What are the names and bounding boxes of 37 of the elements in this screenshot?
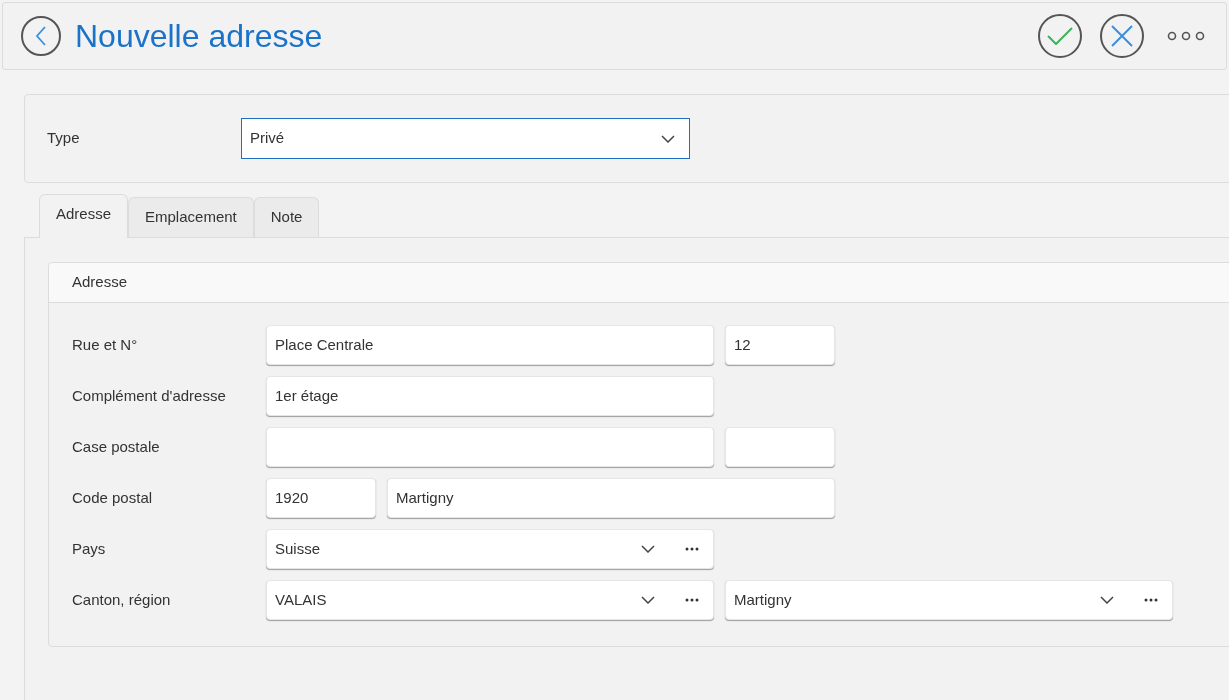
- field-label: Case postale: [72, 436, 161, 457]
- more-icon: [1144, 598, 1158, 602]
- back-button[interactable]: [21, 16, 61, 56]
- chevron-left-icon: [35, 26, 47, 46]
- tab[interactable]: Adresse: [39, 194, 129, 238]
- confirm-button[interactable]: [1038, 14, 1082, 58]
- more-icon: [685, 547, 699, 551]
- chevron-down-icon: [1100, 596, 1114, 604]
- chevron-down-icon: [641, 545, 655, 553]
- chevron-down-icon: [661, 134, 675, 143]
- field-label: Canton, région: [72, 589, 172, 610]
- input-field[interactable]: 12: [725, 325, 835, 365]
- input-field[interactable]: Martigny: [387, 478, 835, 518]
- input-field[interactable]: [266, 427, 714, 467]
- input-field[interactable]: Place Centrale: [266, 325, 714, 365]
- dropdown-field[interactable]: Suisse: [266, 529, 714, 569]
- chevron-down-icon: [641, 596, 655, 604]
- check-icon: [1047, 27, 1073, 45]
- field-label: Complément d'adresse: [72, 385, 227, 406]
- close-icon: [1110, 24, 1134, 48]
- field-label: Type: [47, 128, 81, 149]
- input-field[interactable]: [725, 427, 835, 467]
- page-title: Nouvelle adresse: [75, 20, 323, 52]
- field-label: Code postal: [72, 487, 154, 508]
- field-label: Pays: [72, 538, 107, 559]
- input-field[interactable]: 1920: [266, 478, 376, 518]
- more-icon: [685, 598, 699, 602]
- dropdown-field[interactable]: VALAIS: [266, 580, 714, 620]
- more-icon: [1167, 31, 1205, 41]
- tab[interactable]: Note: [253, 197, 320, 237]
- cancel-button[interactable]: [1100, 14, 1144, 58]
- type-dropdown[interactable]: Privé: [241, 118, 690, 159]
- tab[interactable]: Emplacement: [128, 197, 254, 237]
- group-title: Adresse: [72, 272, 128, 293]
- dropdown-field[interactable]: Martigny: [725, 580, 1173, 620]
- input-field[interactable]: 1er étage: [266, 376, 714, 416]
- field-label: Rue et N°: [72, 334, 139, 355]
